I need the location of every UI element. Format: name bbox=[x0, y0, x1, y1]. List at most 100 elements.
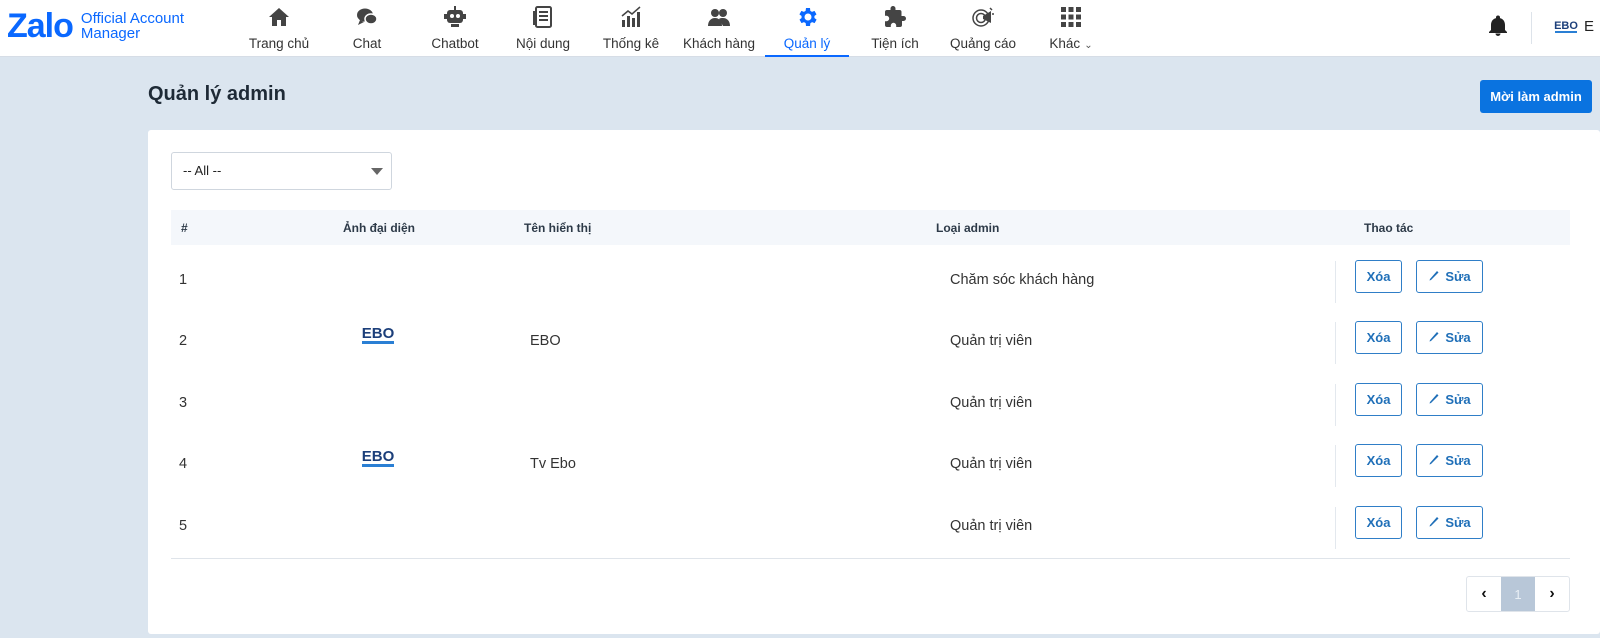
nav-label: Tiện ích bbox=[871, 36, 919, 51]
nav-label: Quản lý bbox=[783, 36, 831, 51]
pencil-icon bbox=[1429, 393, 1439, 403]
row-index: 5 bbox=[179, 518, 188, 534]
row-index: 4 bbox=[179, 456, 188, 472]
nav-label: Khách hàng bbox=[682, 36, 756, 51]
column-header-type: Loại admin bbox=[936, 221, 1000, 235]
actions-divider bbox=[1335, 384, 1336, 426]
edit-button-label: Sửa bbox=[1445, 269, 1471, 284]
page-number-current[interactable]: 1 bbox=[1501, 577, 1535, 611]
users-icon bbox=[706, 4, 732, 30]
edit-button[interactable]: Sửa bbox=[1416, 321, 1483, 354]
pencil-icon bbox=[1429, 454, 1439, 464]
delete-button[interactable]: Xóa bbox=[1355, 444, 1402, 477]
actions-divider bbox=[1335, 261, 1336, 303]
nav-label: Chat bbox=[352, 36, 382, 51]
nav-label-text: Khác bbox=[1049, 36, 1081, 51]
admin-type-filter-select[interactable]: -- All -- bbox=[171, 152, 392, 190]
megaphone-icon bbox=[970, 4, 996, 30]
pencil-icon bbox=[1429, 331, 1439, 341]
admin-avatar: EBO bbox=[360, 323, 396, 349]
nav-label: Quảng cáo bbox=[949, 36, 1017, 51]
edit-button[interactable]: Sửa bbox=[1416, 444, 1483, 477]
main-nav: Trang chủ Chat Chatbot Nội dung Thống kê bbox=[235, 0, 1115, 57]
nav-label: Khác ⌄ bbox=[1049, 36, 1092, 51]
top-navigation-bar: Zalo Official Account Manager Trang chủ … bbox=[0, 0, 1600, 57]
table-row: 4 EBO Tv Ebo Quản trị viên Xóa Sửa bbox=[171, 434, 1570, 496]
logo-subtitle-line1: Official Account bbox=[80, 10, 185, 27]
edit-button[interactable]: Sửa bbox=[1416, 506, 1483, 539]
nav-item-content[interactable]: Nội dung bbox=[499, 0, 587, 57]
chevron-down-icon: ⌄ bbox=[1084, 40, 1093, 51]
admin-type: Quản trị viên bbox=[950, 456, 1033, 472]
edit-button[interactable]: Sửa bbox=[1416, 383, 1483, 416]
next-page-button[interactable]: › bbox=[1535, 577, 1569, 611]
grid-icon bbox=[1058, 4, 1084, 30]
table-row: 1 Chăm sóc khách hàng Xóa Sửa bbox=[171, 250, 1570, 312]
logo-wordmark: Zalo bbox=[7, 7, 74, 45]
nav-item-chatbot[interactable]: Chatbot bbox=[411, 0, 499, 57]
delete-button[interactable]: Xóa bbox=[1355, 383, 1402, 416]
account-name[interactable]: E bbox=[1584, 18, 1594, 35]
invite-admin-button[interactable]: Mời làm admin bbox=[1480, 80, 1592, 113]
admin-type: Quản trị viên bbox=[950, 518, 1033, 534]
robot-icon bbox=[442, 4, 468, 30]
column-header-avatar: Ảnh đại diện bbox=[343, 221, 415, 235]
delete-button[interactable]: Xóa bbox=[1355, 321, 1402, 354]
row-index: 1 bbox=[179, 272, 188, 288]
column-header-index: # bbox=[181, 221, 188, 235]
pagination: ‹ 1 › bbox=[1466, 576, 1570, 612]
pencil-icon bbox=[1429, 270, 1439, 280]
row-index: 3 bbox=[179, 395, 188, 411]
column-header-name: Tên hiển thị bbox=[524, 221, 592, 235]
filter-selected-value: -- All -- bbox=[183, 163, 222, 178]
table-bottom-border bbox=[171, 558, 1570, 559]
nav-item-customers[interactable]: Khách hàng bbox=[675, 0, 763, 57]
header-divider bbox=[1531, 12, 1532, 44]
prev-page-button[interactable]: ‹ bbox=[1467, 577, 1501, 611]
admin-display-name: Tv Ebo bbox=[530, 456, 576, 472]
page-title: Quản lý admin bbox=[148, 83, 286, 105]
bell-icon[interactable] bbox=[1486, 14, 1510, 38]
delete-button[interactable]: Xóa bbox=[1355, 260, 1402, 293]
nav-item-more[interactable]: Khác ⌄ bbox=[1027, 0, 1115, 57]
logo-subtitle: Official Account Manager bbox=[81, 11, 184, 41]
admin-type: Quản trị viên bbox=[950, 333, 1033, 349]
document-icon bbox=[530, 4, 556, 30]
edit-button-label: Sửa bbox=[1445, 453, 1471, 468]
pencil-icon bbox=[1429, 516, 1439, 526]
caret-down-icon bbox=[371, 168, 383, 175]
table-row: 5 Quản trị viên Xóa Sửa bbox=[171, 496, 1570, 558]
nav-label: Chatbot bbox=[431, 36, 479, 51]
nav-item-home[interactable]: Trang chủ bbox=[235, 0, 323, 57]
nav-label: Nội dung bbox=[515, 36, 571, 51]
nav-item-ads[interactable]: Quảng cáo bbox=[939, 0, 1027, 57]
edit-button-label: Sửa bbox=[1445, 515, 1471, 530]
puzzle-icon bbox=[882, 4, 908, 30]
nav-item-manage[interactable]: Quản lý bbox=[763, 0, 851, 57]
admin-type: Quản trị viên bbox=[950, 395, 1033, 411]
nav-item-utilities[interactable]: Tiện ích bbox=[851, 0, 939, 57]
table-row: 2 EBO EBO Quản trị viên Xóa Sửa bbox=[171, 311, 1570, 373]
avatar-logo-text: EBO bbox=[362, 448, 395, 465]
admin-display-name: EBO bbox=[530, 333, 561, 349]
zalo-oa-logo[interactable]: Zalo Official Account Manager bbox=[7, 9, 184, 43]
nav-item-chat[interactable]: Chat bbox=[323, 0, 411, 57]
column-header-actions: Thao tác bbox=[1364, 221, 1414, 235]
account-logo-text: EBO bbox=[1554, 20, 1578, 32]
table-row: 3 Quản trị viên Xóa Sửa bbox=[171, 373, 1570, 435]
table-header: # Ảnh đại diện Tên hiển thị Loại admin T… bbox=[171, 210, 1570, 245]
edit-button[interactable]: Sửa bbox=[1416, 260, 1483, 293]
edit-button-label: Sửa bbox=[1445, 330, 1471, 345]
chat-icon bbox=[354, 4, 380, 30]
admin-type: Chăm sóc khách hàng bbox=[950, 272, 1095, 288]
delete-button[interactable]: Xóa bbox=[1355, 506, 1402, 539]
admin-avatar: EBO bbox=[360, 446, 396, 472]
gear-icon bbox=[794, 4, 820, 30]
logo-subtitle-line2: Manager bbox=[80, 25, 141, 42]
edit-button-label: Sửa bbox=[1445, 392, 1471, 407]
row-index: 2 bbox=[179, 333, 188, 349]
nav-label: Trang chủ bbox=[248, 36, 310, 51]
nav-item-stats[interactable]: Thống kê bbox=[587, 0, 675, 57]
avatar-logo-text: EBO bbox=[362, 325, 395, 342]
account-avatar[interactable]: EBO bbox=[1553, 18, 1579, 36]
